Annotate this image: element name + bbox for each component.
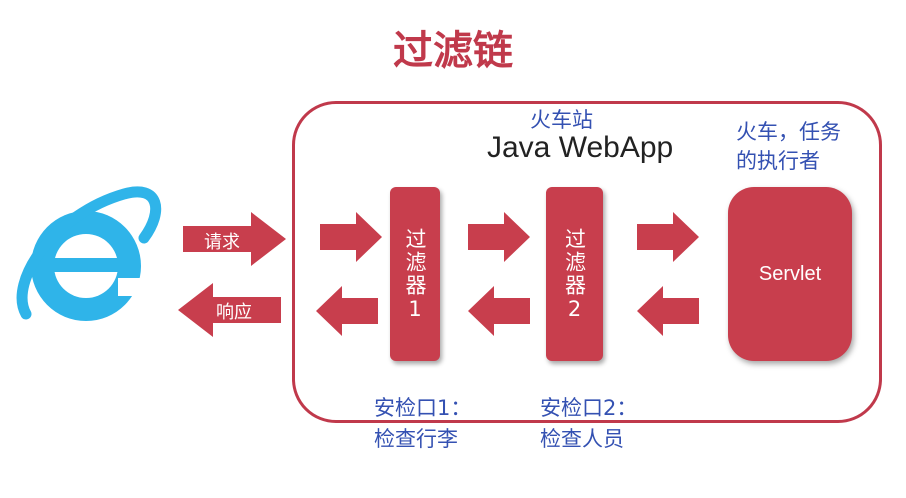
webapp-name: Java WebApp (487, 131, 674, 164)
servlet-box: Servlet (728, 187, 852, 361)
response-label: 响应 (216, 302, 252, 323)
filter-1-number: 1 (408, 296, 422, 321)
servlet-caption: 火车，任务的执行者 (736, 120, 841, 173)
inner-request-arrow-3 (637, 212, 699, 262)
checkpoint-1-caption: 安检口1： 检查行李 (374, 393, 471, 455)
request-label: 请求 (204, 232, 240, 253)
filter-2-number: 2 (567, 296, 582, 321)
checkpoint-1-desc: 检查行李 (374, 427, 458, 451)
filter-1-box: 过滤器 1 (390, 187, 440, 361)
inner-response-arrow-3 (637, 286, 699, 336)
station-label: 火车站 (530, 108, 593, 132)
checkpoint-2-caption: 安检口2： 检查人员 (540, 393, 637, 455)
inner-response-arrow-1 (316, 286, 378, 336)
inner-request-arrow-2 (468, 212, 530, 262)
filter-2-box: 过滤器 2 (546, 187, 603, 361)
filter-1-label: 过滤器 (403, 227, 427, 297)
checkpoint-2-desc: 检查人员 (540, 427, 624, 451)
inner-response-arrow-2 (468, 286, 530, 336)
checkpoint-2-title: 安检口2： (540, 396, 638, 420)
filter-2-label: 过滤器 (562, 227, 587, 297)
checkpoint-1-title: 安检口1： (374, 396, 472, 420)
diagram-title: 过滤链 (393, 28, 513, 74)
inner-request-arrow-1 (320, 212, 382, 262)
internet-explorer-icon (16, 186, 162, 321)
